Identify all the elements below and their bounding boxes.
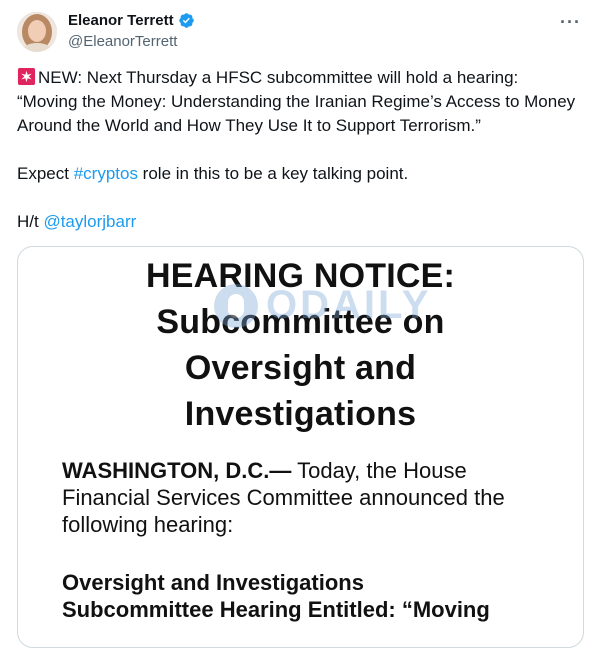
watermark-logo-icon <box>214 283 258 328</box>
avatar[interactable] <box>17 12 57 52</box>
siren-emoji-icon <box>17 67 36 86</box>
watermark-text: ODAILY <box>266 283 432 327</box>
tweet-line-1-text: NEW: Next Thursday a HFSC subcommittee w… <box>17 68 576 135</box>
hashtag-link[interactable]: #cryptos <box>74 164 138 183</box>
notice-title-line-3: Oversight and <box>184 349 417 387</box>
watermark: ODAILY <box>214 283 431 328</box>
author-display-name[interactable]: Eleanor Terrett <box>68 12 174 29</box>
verified-badge-icon <box>178 12 195 29</box>
tweet-line-2-end: role in this to be a key talking point. <box>137 164 409 183</box>
tweet-text: NEW: Next Thursday a HFSC subcommittee w… <box>17 66 582 234</box>
notice-hearing-title-line-2: Subcommittee Hearing Entitled: “Moving <box>62 597 490 622</box>
tweet-media-image[interactable]: HEARING NOTICE: Subcommittee on Oversigh… <box>17 246 584 648</box>
mention-link[interactable]: @taylorjbarr <box>43 212 136 231</box>
more-dots-icon[interactable]: ··· <box>560 12 581 33</box>
notice-body: WASHINGTON, D.C.— Today, the House Finan… <box>62 457 552 538</box>
tweet-line-3: H/t @taylorjbarr <box>17 210 582 234</box>
tweet-line-2-start: Expect <box>17 164 74 183</box>
notice-dateline: WASHINGTON, D.C.— <box>62 458 292 483</box>
notice-hearing-title-line-1: Oversight and Investigations <box>62 570 364 595</box>
author-name-row: Eleanor Terrett <box>68 12 195 29</box>
notice-title-line-4: Investigations <box>184 395 417 433</box>
tweet-line-2: Expect #cryptos role in this to be a key… <box>17 162 582 186</box>
notice-title: HEARING NOTICE: Subcommittee on Oversigh… <box>18 253 583 437</box>
tweet-line-3-start: H/t <box>17 212 44 231</box>
author-handle[interactable]: @EleanorTerrett <box>68 33 177 50</box>
tweet-line-1: NEW: Next Thursday a HFSC subcommittee w… <box>17 66 582 138</box>
